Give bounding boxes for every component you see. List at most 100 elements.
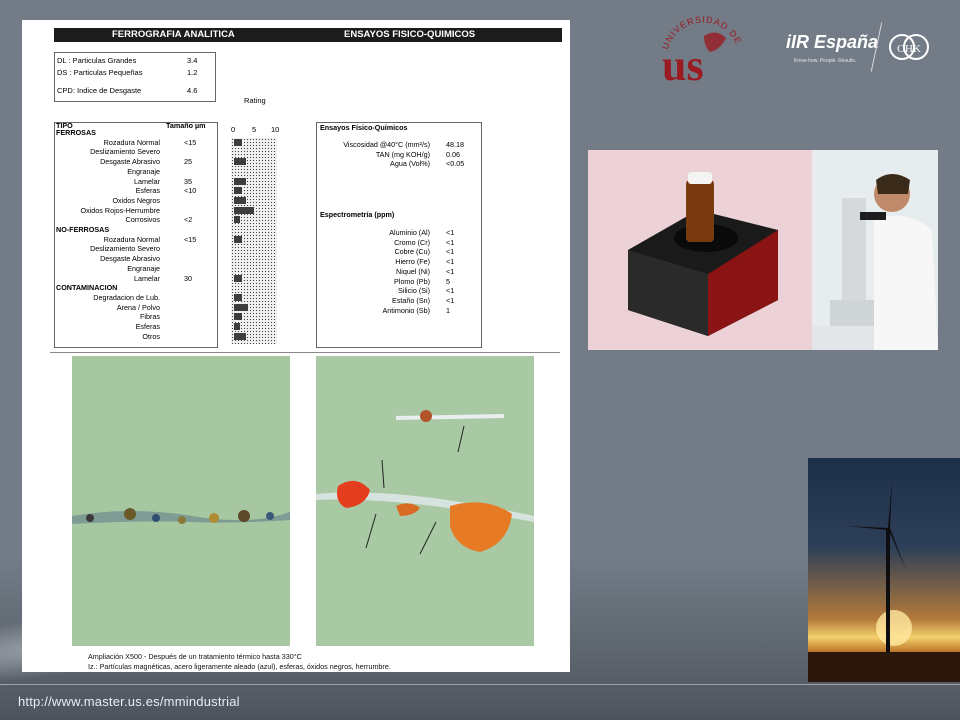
particle-size: <15 bbox=[184, 137, 197, 147]
section-title-text: FERROSAS bbox=[56, 128, 96, 137]
particle-size: <10 bbox=[184, 186, 197, 196]
rating-scale-10: 10 bbox=[271, 125, 280, 134]
particle-type: Otros bbox=[142, 331, 160, 341]
rating-bar bbox=[234, 293, 242, 301]
section-divider bbox=[50, 352, 560, 353]
technician-image bbox=[812, 150, 938, 350]
caption-line-2: Iz.: Partículas magnéticas, acero ligera… bbox=[88, 662, 391, 671]
rating-scale-0: 0 bbox=[231, 125, 236, 134]
particle-type: Fibras bbox=[140, 312, 160, 322]
table-row: Cromo (Cr) <1 bbox=[318, 237, 454, 248]
index-row: DS : Particulas Pequeñas 1.2 bbox=[57, 68, 213, 79]
rating-chart bbox=[231, 138, 277, 344]
test-name: Estaño (Sn) bbox=[392, 295, 430, 305]
table-row: Arena / Polvo bbox=[56, 303, 160, 313]
particle-type: Oxidos Rojos-Herrumbre bbox=[80, 205, 160, 215]
table-row: Degradacion de Lub. bbox=[56, 293, 160, 303]
rating-bar bbox=[234, 274, 242, 282]
test-value: <1 bbox=[446, 228, 455, 237]
test-value: <1 bbox=[446, 237, 455, 247]
particle-type: Rozadura Normal bbox=[103, 137, 160, 147]
table-row: Fibras bbox=[56, 312, 160, 322]
wind-turbine-image bbox=[808, 480, 960, 682]
test-value: <0.05 bbox=[446, 159, 465, 169]
rating-bar bbox=[234, 187, 242, 195]
table-row: Lamelar 30 bbox=[56, 274, 192, 284]
table-row: Desgaste Abrasivo bbox=[56, 254, 160, 264]
device-image bbox=[588, 150, 814, 350]
table-row: Estaño (Sn) <1 bbox=[318, 295, 454, 306]
test-name: Cobre (Cu) bbox=[394, 247, 430, 257]
rating-bar bbox=[234, 158, 246, 166]
header-left: FERROGRAFIA ANALITICA bbox=[112, 29, 235, 40]
test-value: <1 bbox=[446, 257, 455, 267]
particle-type: Oxidos Negros bbox=[112, 195, 160, 205]
table-row: Deslizamiento Severo bbox=[56, 244, 160, 254]
ohk-logo: OHK bbox=[888, 28, 930, 66]
micrograph-left bbox=[72, 356, 290, 646]
index-label: CPD: Indice de Desgaste bbox=[57, 86, 142, 95]
rating-bar bbox=[234, 332, 246, 340]
rating-bar bbox=[234, 196, 246, 204]
table-row: Desgaste Abrasivo 25 bbox=[56, 157, 192, 167]
particle-type: Degradacion de Lub. bbox=[93, 292, 160, 302]
report-header: FERROGRAFIA ANALITICA ENSAYOS FISICO-QUI… bbox=[54, 28, 562, 42]
particle-type: Desgaste Abrasivo bbox=[100, 254, 160, 264]
particle-type: Arena / Polvo bbox=[116, 302, 160, 312]
particle-type: Lamelar bbox=[134, 176, 160, 186]
table-row: Viscosidad @40°C (mm²/s) 48.18 bbox=[318, 140, 464, 150]
particle-type: Rozadura Normal bbox=[103, 234, 160, 244]
section-title: NO-FERROSAS bbox=[56, 225, 206, 235]
micrographs bbox=[50, 354, 562, 650]
iir-tagline: Know-how. People. Results. bbox=[794, 58, 857, 64]
table-row: Cobre (Cu) <1 bbox=[318, 247, 454, 257]
particle-size: <2 bbox=[184, 215, 193, 225]
caption-line-1: Ampliación X500 - Después de un tratamie… bbox=[88, 652, 302, 661]
table-row: Esferas bbox=[56, 322, 160, 332]
test-name: Hierro (Fe) bbox=[395, 257, 430, 267]
test-value: 5 bbox=[446, 276, 450, 286]
test-name: TAN (mg KOH/g) bbox=[375, 149, 430, 159]
particle-type: Corrosivos bbox=[125, 215, 160, 225]
wind-turbine-photo bbox=[808, 458, 960, 682]
particle-type: Deslizamiento Severo bbox=[90, 147, 160, 157]
rating-bar bbox=[234, 216, 240, 224]
section-title: FERROSAS bbox=[56, 128, 206, 138]
rating-bar bbox=[234, 206, 254, 214]
table-row: Rozadura Normal <15 bbox=[56, 234, 197, 245]
index-row: DL : Particulas Grandes 3.4 bbox=[57, 56, 213, 67]
ohk-monogram-icon: OHK bbox=[889, 34, 929, 60]
micrograph-right-image bbox=[316, 356, 534, 646]
university-letters: us bbox=[662, 41, 704, 86]
section-title: CONTAMINACION bbox=[56, 283, 206, 293]
iir-logo: iIR España Know-how. People. Results. bbox=[786, 32, 886, 68]
particle-type: Deslizamiento Severo bbox=[90, 244, 160, 254]
test-name: Niquel (Ni) bbox=[396, 266, 430, 276]
microscope-technician-photo bbox=[812, 150, 938, 350]
particle-type: Esferas bbox=[135, 186, 160, 196]
test-value: <1 bbox=[446, 266, 455, 276]
test-name: Cromo (Cr) bbox=[394, 237, 430, 247]
test-value: <1 bbox=[446, 286, 455, 296]
table-row: Lamelar 35 bbox=[56, 176, 192, 187]
table-row: Niquel (Ni) <1 bbox=[318, 266, 454, 277]
rating-bar bbox=[234, 323, 240, 330]
test-name: Antimonio (Sb) bbox=[382, 305, 430, 315]
table-row: Antimonio (Sb) 1 bbox=[318, 305, 450, 316]
ensayos-title: Ensayos Físico-Químicos bbox=[320, 123, 408, 132]
table-row: Engranaje bbox=[56, 167, 160, 177]
header-right: ENSAYOS FISICO-QUIMICOS bbox=[344, 29, 476, 40]
particle-type: Esferas bbox=[135, 322, 160, 331]
espectro-title: Espectrometría (ppm) bbox=[320, 210, 395, 219]
ferrography-report: FERROGRAFIA ANALITICA ENSAYOS FISICO-QUI… bbox=[22, 20, 570, 672]
footer-url[interactable]: http://www.master.us.es/mmindustrial bbox=[18, 694, 240, 709]
test-name: Agua (Vol%) bbox=[390, 159, 430, 169]
section-title-text: NO-FERROSAS bbox=[56, 225, 110, 234]
test-name: Viscosidad @40°C (mm²/s) bbox=[343, 140, 430, 149]
footer-divider bbox=[0, 684, 960, 685]
table-row: Otros bbox=[56, 332, 160, 342]
micrograph-right bbox=[316, 356, 534, 646]
test-name: Silicio (Si) bbox=[398, 286, 430, 296]
table-row: TAN (mg KOH/g) 0.06 bbox=[318, 149, 460, 160]
index-label: DS : Particulas Pequeñas bbox=[57, 68, 143, 77]
